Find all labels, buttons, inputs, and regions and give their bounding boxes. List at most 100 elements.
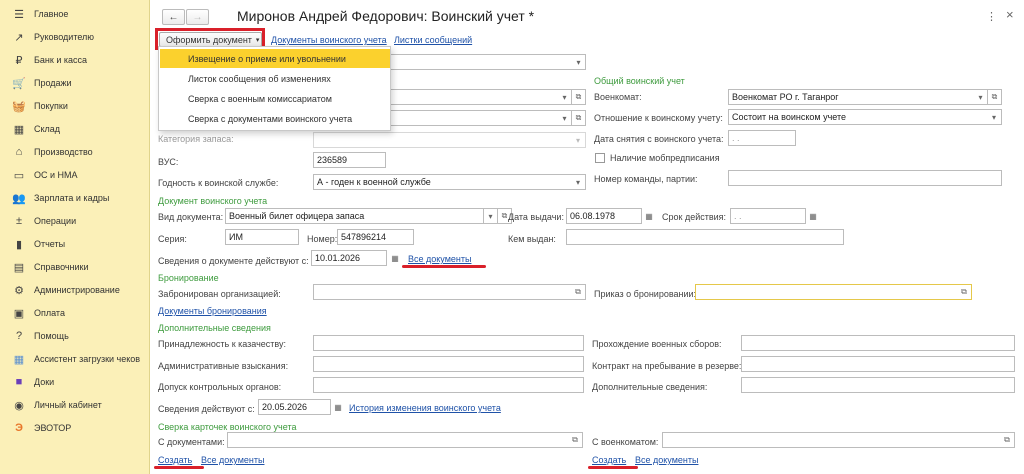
cossack-label: Принадлежность к казачеству:: [158, 339, 287, 349]
sidebar-item-assets[interactable]: ▭ ОС и НМА: [0, 164, 150, 186]
make-document-menu: Извещение о приеме или увольнении Листок…: [158, 46, 391, 131]
cossack-field[interactable]: [313, 335, 584, 351]
admin-penalties-label: Административные взыскания:: [158, 361, 289, 371]
open-icon[interactable]: ⧉: [1000, 432, 1014, 448]
menu-item-change-message[interactable]: Листок сообщения об изменениях: [160, 69, 390, 88]
training-field[interactable]: [741, 335, 1015, 351]
issue-date-field[interactable]: 06.08.1978: [566, 208, 642, 224]
people-icon: 👥: [12, 192, 26, 205]
sidebar-item-purchases[interactable]: 🧺 Покупки: [0, 95, 150, 117]
sidebar-item-salary[interactable]: 👥 Зарплата и кадры: [0, 187, 150, 209]
relation-field[interactable]: Состоит на воинском учете: [728, 109, 1002, 125]
valid-until-field[interactable]: . .: [730, 208, 806, 224]
warehouse-icon: ▦: [13, 123, 25, 136]
chevron-down-icon[interactable]: ▾: [571, 174, 585, 190]
sidebar-item-receipts[interactable]: ▦ Ассистент загрузки чеков: [0, 348, 150, 370]
factory-icon: ⌂: [15, 146, 23, 158]
back-button[interactable]: ←: [162, 9, 185, 25]
admin-penalties-field[interactable]: [313, 356, 584, 372]
sidebar-item-bank[interactable]: ₽ Банк и касса: [0, 49, 150, 71]
open-icon[interactable]: ⧉: [571, 284, 585, 300]
open-icon[interactable]: ⧉: [988, 89, 1002, 105]
chevron-down-icon[interactable]: ▾: [558, 110, 572, 126]
sidebar-item-account[interactable]: ◉ Личный кабинет: [0, 394, 150, 416]
close-icon[interactable]: ×: [1006, 7, 1014, 22]
open-icon[interactable]: ⧉: [568, 432, 582, 448]
sidebar-item-docs[interactable]: ■ Доки: [0, 371, 150, 393]
menu-item-hire-dismiss-notice[interactable]: Извещение о приеме или увольнении: [160, 49, 390, 68]
payment-icon: ▣: [13, 307, 25, 320]
issuer-field[interactable]: [566, 229, 844, 245]
series-field[interactable]: ИМ: [225, 229, 299, 245]
chevron-down-icon[interactable]: ▾: [987, 109, 1001, 125]
info-effective-field[interactable]: 20.05.2026: [258, 399, 331, 415]
menu-item-docs-reconcile[interactable]: Сверка с документами воинского учета: [160, 109, 390, 128]
sidebar-item-main[interactable]: ☰ Главное: [0, 3, 150, 25]
fitness-field[interactable]: А - годен к военной службе: [313, 174, 586, 190]
sidebar-item-help[interactable]: ? Помощь: [0, 325, 150, 347]
removal-date-field[interactable]: . .: [728, 130, 796, 146]
sidebar-item-manager[interactable]: ↗ Руководителю: [0, 26, 150, 48]
reconcile-docs-field[interactable]: [227, 432, 583, 448]
mobpred-checkbox[interactable]: [595, 153, 605, 163]
document-section-title: Документ воинского учета: [158, 196, 268, 206]
calendar-icon[interactable]: ▦: [388, 250, 402, 266]
extra-section-title: Дополнительные сведения: [158, 323, 271, 333]
sidebar-item-reports[interactable]: ▮ Отчеты: [0, 233, 150, 255]
sidebar-item-catalogs[interactable]: ▤ Справочники: [0, 256, 150, 278]
create-docs-reconcile-link[interactable]: Создать: [158, 455, 192, 465]
open-icon[interactable]: ⧉: [957, 284, 971, 300]
military-docs-link[interactable]: Документы воинского учета: [271, 35, 387, 45]
reserve-contract-field[interactable]: [741, 356, 1015, 372]
doc-effective-label: Сведения о документе действуют с:: [158, 256, 309, 266]
all-docs-voenkomat-link[interactable]: Все документы: [635, 455, 698, 465]
forward-button[interactable]: →: [186, 9, 209, 25]
message-sheets-link[interactable]: Листки сообщений: [394, 35, 472, 45]
all-docs-link[interactable]: Все документы: [408, 254, 471, 264]
basket-icon: 🧺: [12, 100, 26, 113]
number-field[interactable]: 547896214: [337, 229, 414, 245]
reserve-contract-label: Контракт на пребывание в резерве:: [592, 361, 742, 371]
chevron-down-icon[interactable]: ▾: [484, 208, 498, 224]
calendar-icon[interactable]: ▦: [806, 208, 820, 224]
team-number-field[interactable]: [728, 170, 1002, 186]
issuer-label: Кем выдан:: [508, 234, 556, 244]
open-icon[interactable]: ⧉: [572, 89, 586, 105]
gear-icon: ⚙: [14, 284, 24, 297]
chevron-down-icon[interactable]: ▾: [974, 89, 988, 105]
doc-kind-field[interactable]: Военный билет офицера запаса: [225, 208, 484, 224]
voenkomat-field[interactable]: Военкомат РО г. Таганрог: [728, 89, 988, 105]
history-link[interactable]: История изменения воинского учета: [349, 403, 501, 413]
series-label: Серия:: [158, 234, 187, 244]
category-label: Категория запаса:: [158, 134, 234, 144]
reconcile-voenkomat-field[interactable]: [662, 432, 1015, 448]
booking-order-field[interactable]: [695, 284, 972, 300]
calendar-icon[interactable]: ▦: [642, 208, 656, 224]
sidebar-item-payment[interactable]: ▣ Оплата: [0, 302, 150, 324]
doc-effective-field[interactable]: 10.01.2026: [311, 250, 387, 266]
sidebar-item-warehouse[interactable]: ▦ Склад: [0, 118, 150, 140]
control-access-field[interactable]: [313, 377, 584, 393]
sidebar-item-admin[interactable]: ⚙ Администрирование: [0, 279, 150, 301]
chevron-down-icon[interactable]: ▾: [572, 54, 586, 70]
booking-order-label: Приказ о бронировании:: [594, 289, 697, 299]
category-field: [313, 132, 586, 148]
create-voenkomat-reconcile-link[interactable]: Создать: [592, 455, 626, 465]
hamburger-icon: ☰: [14, 8, 24, 21]
more-icon[interactable]: ⋮: [986, 10, 997, 23]
sidebar-item-sales[interactable]: 🛒 Продажи: [0, 72, 150, 94]
additional-info-field[interactable]: [741, 377, 1015, 393]
booking-org-field[interactable]: [313, 284, 586, 300]
booking-docs-link[interactable]: Документы бронирования: [158, 306, 267, 316]
sidebar-item-production[interactable]: ⌂ Производство: [0, 141, 150, 163]
valid-until-label: Срок действия:: [662, 212, 727, 222]
sidebar-item-operations[interactable]: ± Операции: [0, 210, 150, 232]
sidebar-item-evotor[interactable]: Э ЭВОТОР: [0, 417, 150, 439]
open-icon[interactable]: ⧉: [572, 110, 586, 126]
all-docs-reconcile-link[interactable]: Все документы: [201, 455, 264, 465]
chevron-down-icon[interactable]: ▾: [558, 89, 572, 105]
calendar-icon[interactable]: ▦: [331, 399, 345, 415]
vus-field[interactable]: 236589: [313, 152, 386, 168]
menu-item-commissariat-reconcile[interactable]: Сверка с военным комиссариатом: [160, 89, 390, 108]
team-number-label: Номер команды, партии:: [594, 174, 698, 184]
